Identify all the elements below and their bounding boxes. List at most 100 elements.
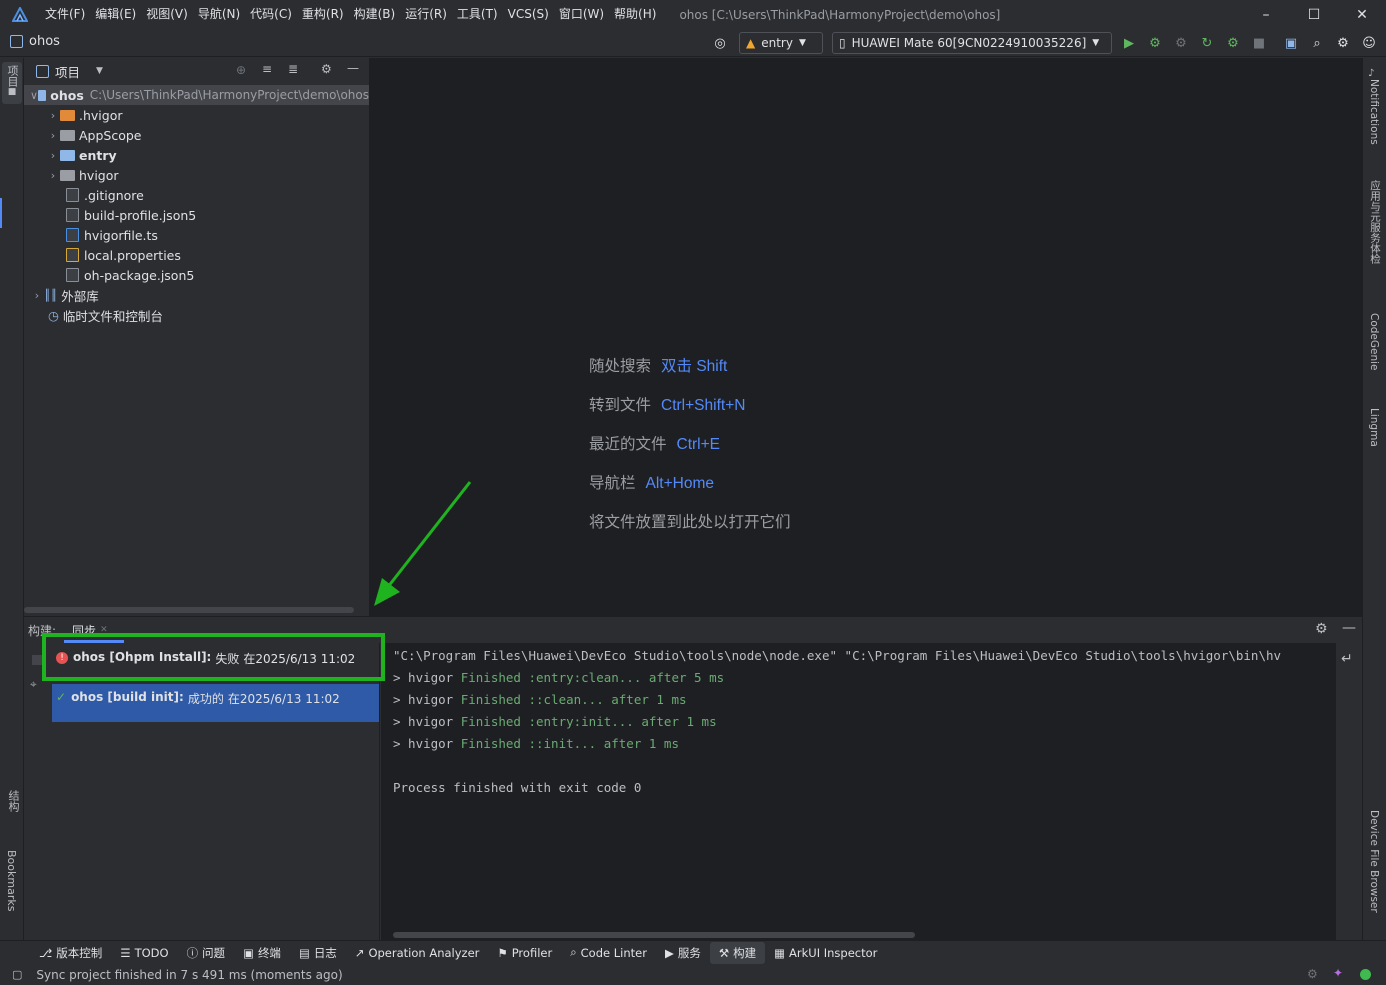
bookmarks-tool-button[interactable]: Bookmarks	[5, 850, 18, 914]
power-save-icon[interactable]: ⚙	[1307, 967, 1318, 981]
project-tool-button[interactable]: 项目 ■	[2, 62, 22, 104]
chevron-right-icon: ›	[50, 108, 56, 122]
tree-item-appscope[interactable]: › AppScope	[24, 125, 369, 145]
menu-vcs[interactable]: VCS(S)	[503, 0, 554, 29]
lingma-tool-button[interactable]: Lingma	[1368, 408, 1380, 450]
search-icon[interactable]: ⌕	[1308, 34, 1326, 52]
horizontal-scrollbar[interactable]	[24, 607, 354, 613]
vcs-branch-icon: ⎇	[39, 945, 53, 960]
run-icon[interactable]: ▶	[1120, 34, 1138, 52]
stop-icon[interactable]: ■	[1250, 34, 1268, 52]
tool-tab-terminal[interactable]: ▣ 终端	[234, 942, 290, 964]
project-panel-title: 项目	[55, 64, 81, 80]
build-entry-build-init[interactable]: ✓ ohos [build init]: 成功的 在2025/6/13 11:0…	[52, 684, 379, 722]
tool-tab-arkui-inspector[interactable]: ▦ ArkUI Inspector	[765, 942, 886, 964]
chevron-right-icon: ›	[50, 168, 56, 182]
locate-icon[interactable]: ⊕	[236, 63, 246, 77]
menu-code[interactable]: 代码(C)	[245, 0, 297, 29]
console-text: Finished :entry:init... after 1 ms	[460, 714, 717, 729]
attach-debugger-icon[interactable]: ⚙	[1172, 34, 1190, 52]
project-switcher[interactable]: ohos	[10, 34, 60, 49]
scratches-icon: ◷	[48, 307, 59, 323]
device-file-browser-tool-button[interactable]: Device File Browser	[1368, 810, 1380, 916]
tool-tab-problems[interactable]: ⓘ 问题	[178, 942, 235, 964]
hint-key: 双击 Shift	[661, 358, 728, 375]
menu-window[interactable]: 窗口(W)	[554, 0, 609, 29]
panel-settings-gear-icon[interactable]: ⚙	[321, 62, 332, 76]
tree-item-scratches[interactable]: ◷ 临时文件和控制台	[24, 305, 369, 325]
console-line: > hvigor Finished ::clean... after 1 ms	[393, 692, 687, 707]
chevron-down-icon: ▼	[798, 38, 806, 48]
tree-item-entry[interactable]: › entry	[24, 145, 369, 165]
log-icon: ▤	[298, 945, 310, 960]
deveco-logo-icon	[0, 0, 40, 29]
hide-panel-icon[interactable]: —	[1342, 620, 1356, 636]
menu-help[interactable]: 帮助(H)	[609, 0, 661, 29]
json-file-icon	[66, 208, 79, 222]
menu-build[interactable]: 构建(B)	[349, 0, 401, 29]
tree-root-ohos[interactable]: ∨ ohos C:\Users\ThinkPad\HarmonyProject\…	[24, 85, 369, 105]
device-manager-icon[interactable]: ▣	[1282, 34, 1300, 52]
app-services-tool-button[interactable]: 应用与元服务体检	[1368, 180, 1383, 267]
tree-item-gitignore[interactable]: .gitignore	[24, 185, 369, 205]
profile-icon[interactable]: ⚙	[1224, 34, 1242, 52]
restart-icon[interactable]	[32, 655, 42, 665]
collapse-all-icon[interactable]: ≣	[288, 62, 298, 76]
structure-tool-button[interactable]: 结构	[5, 790, 21, 815]
window-controls: – ☐ ✕	[1242, 0, 1386, 29]
menu-edit[interactable]: 编辑(E)	[90, 0, 141, 29]
build-entry-time: 在2025/6/13 11:02	[227, 692, 340, 706]
minimize-icon[interactable]: –	[1242, 0, 1290, 29]
debug-icon[interactable]: ⚙	[1146, 34, 1164, 52]
structure-tool-label: 结构	[7, 790, 20, 812]
maximize-icon[interactable]: ☐	[1290, 0, 1338, 29]
tree-item-hvigor-hidden[interactable]: › .hvigor	[24, 105, 369, 125]
tool-tab-code-linter[interactable]: ⌕ Code Linter	[561, 942, 656, 964]
run-config-select[interactable]: ▲ entry ▼	[739, 32, 823, 54]
menu-navigate[interactable]: 导航(N)	[193, 0, 245, 29]
tree-item-build-profile[interactable]: build-profile.json5	[24, 205, 369, 225]
hint-recent-files: 最近的文件 Ctrl+E	[589, 432, 720, 454]
chevron-down-icon[interactable]: ▼	[96, 66, 103, 76]
tool-tab-build[interactable]: ⚒ 构建	[709, 941, 766, 964]
tool-tab-operation-analyzer[interactable]: ↗ Operation Analyzer	[346, 942, 489, 964]
menu-view[interactable]: 视图(V)	[141, 0, 193, 29]
tree-item-hvigorfile[interactable]: hvigorfile.ts	[24, 225, 369, 245]
menu-file[interactable]: 文件(F)	[40, 0, 90, 29]
tool-tab-vcs[interactable]: ⎇ 版本控制	[30, 942, 111, 964]
tool-tab-label: 日志	[313, 945, 337, 960]
ai-assistant-icon[interactable]: ✦	[1333, 966, 1343, 980]
menu-tools[interactable]: 工具(T)	[452, 0, 503, 29]
ts-file-icon	[66, 228, 79, 242]
target-icon[interactable]: ◎	[711, 34, 729, 52]
settings-gear-icon[interactable]: ⚙	[1334, 34, 1352, 52]
pin-icon[interactable]: ⌖	[30, 677, 37, 692]
codegenie-tool-button[interactable]: CodeGenie	[1368, 313, 1380, 374]
device-select[interactable]: ▯ HUAWEI Mate 60[9CN0224910035226] ▼	[832, 32, 1112, 54]
notifications-tool-button[interactable]: ♪ Notifications	[1368, 68, 1380, 148]
tool-tab-services[interactable]: ▶ 服务	[656, 942, 710, 964]
expand-all-icon[interactable]: ≡	[262, 62, 272, 76]
search-icon: ⌕	[570, 945, 577, 959]
apply-changes-icon[interactable]: ↻	[1198, 34, 1216, 52]
hide-panel-icon[interactable]: —	[347, 61, 359, 75]
hint-text: 最近的文件	[589, 436, 667, 453]
profiler-icon: ⚑	[497, 945, 508, 960]
build-settings-gear-icon[interactable]: ⚙	[1315, 621, 1328, 637]
tree-item-oh-package[interactable]: oh-package.json5	[24, 265, 369, 285]
tree-item-hvigor[interactable]: › hvigor	[24, 165, 369, 185]
panel-toggle-icon[interactable]: ▢	[12, 968, 22, 981]
menu-refactor[interactable]: 重构(R)	[297, 0, 349, 29]
menu-run[interactable]: 运行(R)	[400, 0, 452, 29]
close-icon[interactable]: ✕	[1338, 0, 1386, 29]
tree-item-external-libs[interactable]: › ║║ 外部库	[24, 285, 369, 305]
soft-wrap-icon[interactable]: ↵	[1341, 651, 1353, 667]
tool-tab-profiler[interactable]: ⚑ Profiler	[488, 942, 561, 964]
project-panel-header: 项目 ▼ ⊕ ≡ ≣ ⚙ —	[24, 58, 369, 84]
tree-item-local-properties[interactable]: local.properties	[24, 245, 369, 265]
tree-item-label: hvigor	[79, 167, 119, 183]
tool-tab-todo[interactable]: ☰ TODO	[111, 942, 177, 964]
account-icon[interactable]: ☺	[1360, 34, 1378, 52]
tool-tab-log[interactable]: ▤ 日志	[290, 942, 346, 964]
console-horizontal-scrollbar[interactable]	[393, 932, 915, 938]
